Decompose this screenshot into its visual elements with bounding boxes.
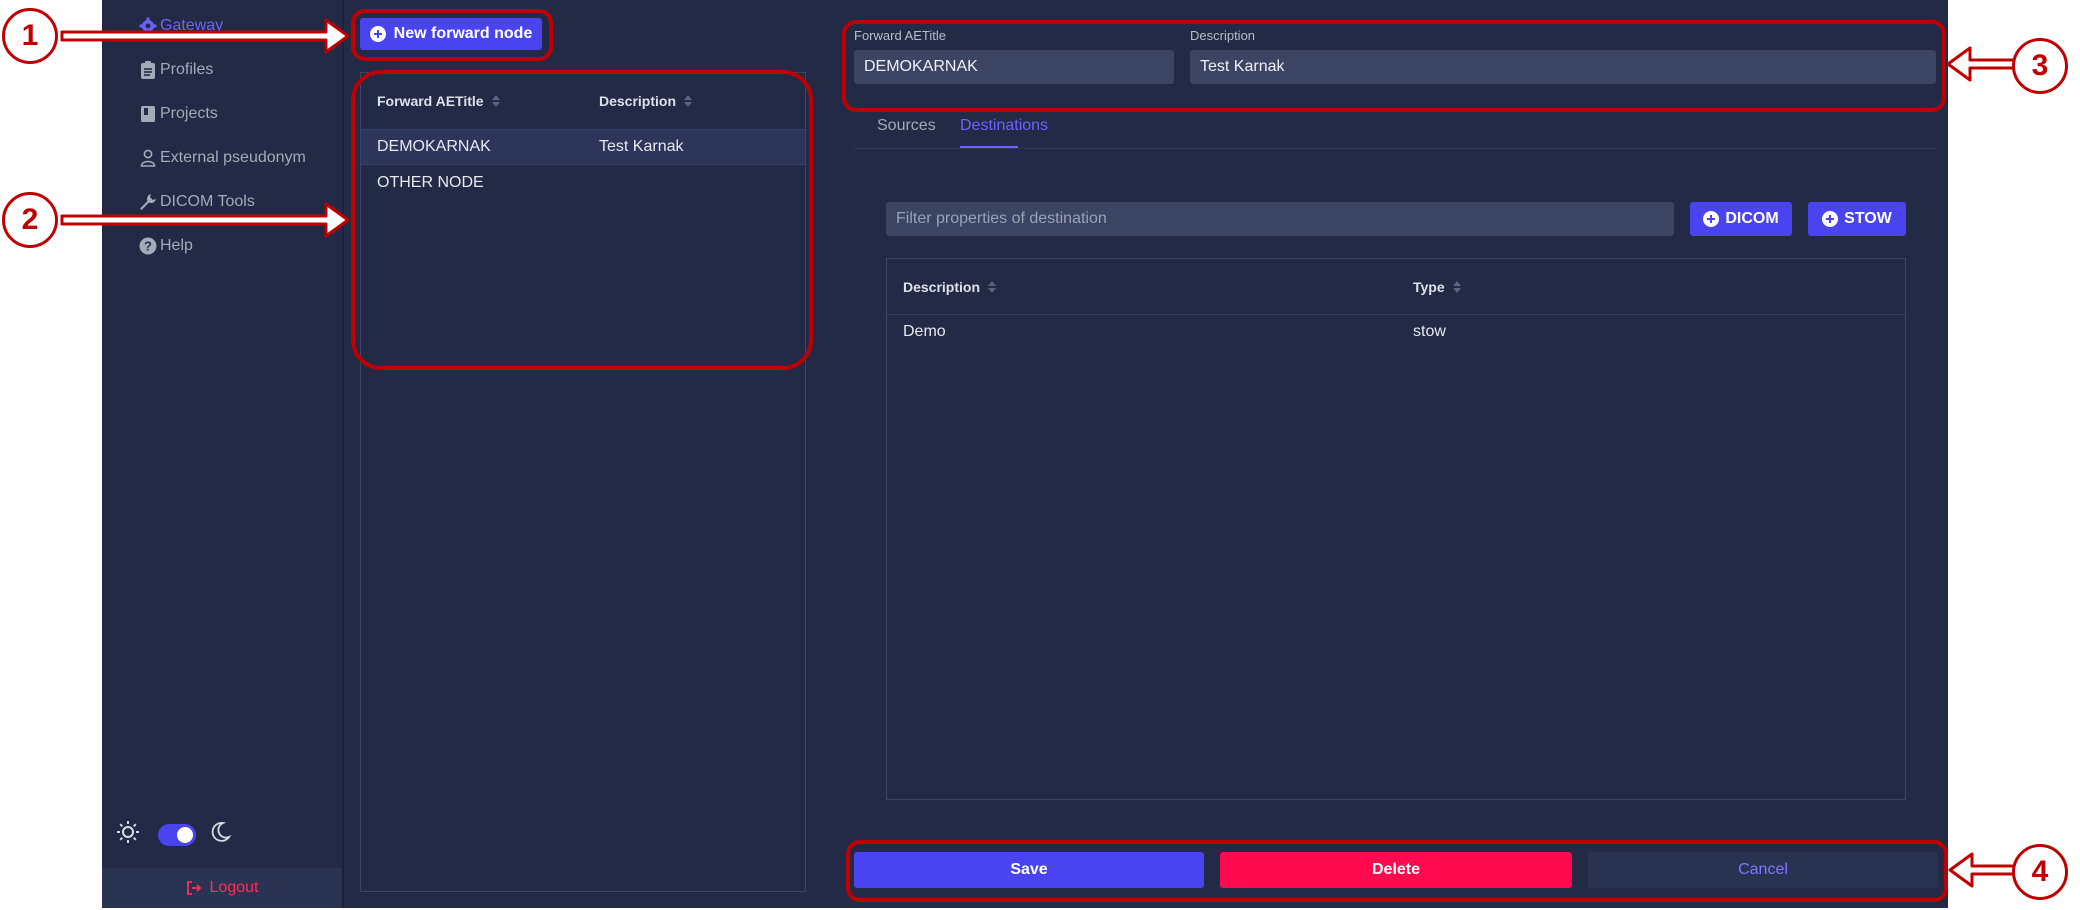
callout-number-2: 2 — [2, 192, 58, 248]
callout-number-3: 3 — [2012, 38, 2068, 94]
arrow-4 — [1948, 852, 2016, 888]
screenshot-stage: Gateway Profiles Projects External pseud… — [0, 0, 2080, 910]
callout-arrows — [60, 18, 2016, 888]
arrow-2 — [60, 202, 350, 238]
callout-number-1: 1 — [2, 8, 58, 64]
arrow-1 — [60, 18, 350, 54]
arrow-3 — [1946, 46, 2016, 82]
callout-number-4: 4 — [2012, 844, 2068, 900]
